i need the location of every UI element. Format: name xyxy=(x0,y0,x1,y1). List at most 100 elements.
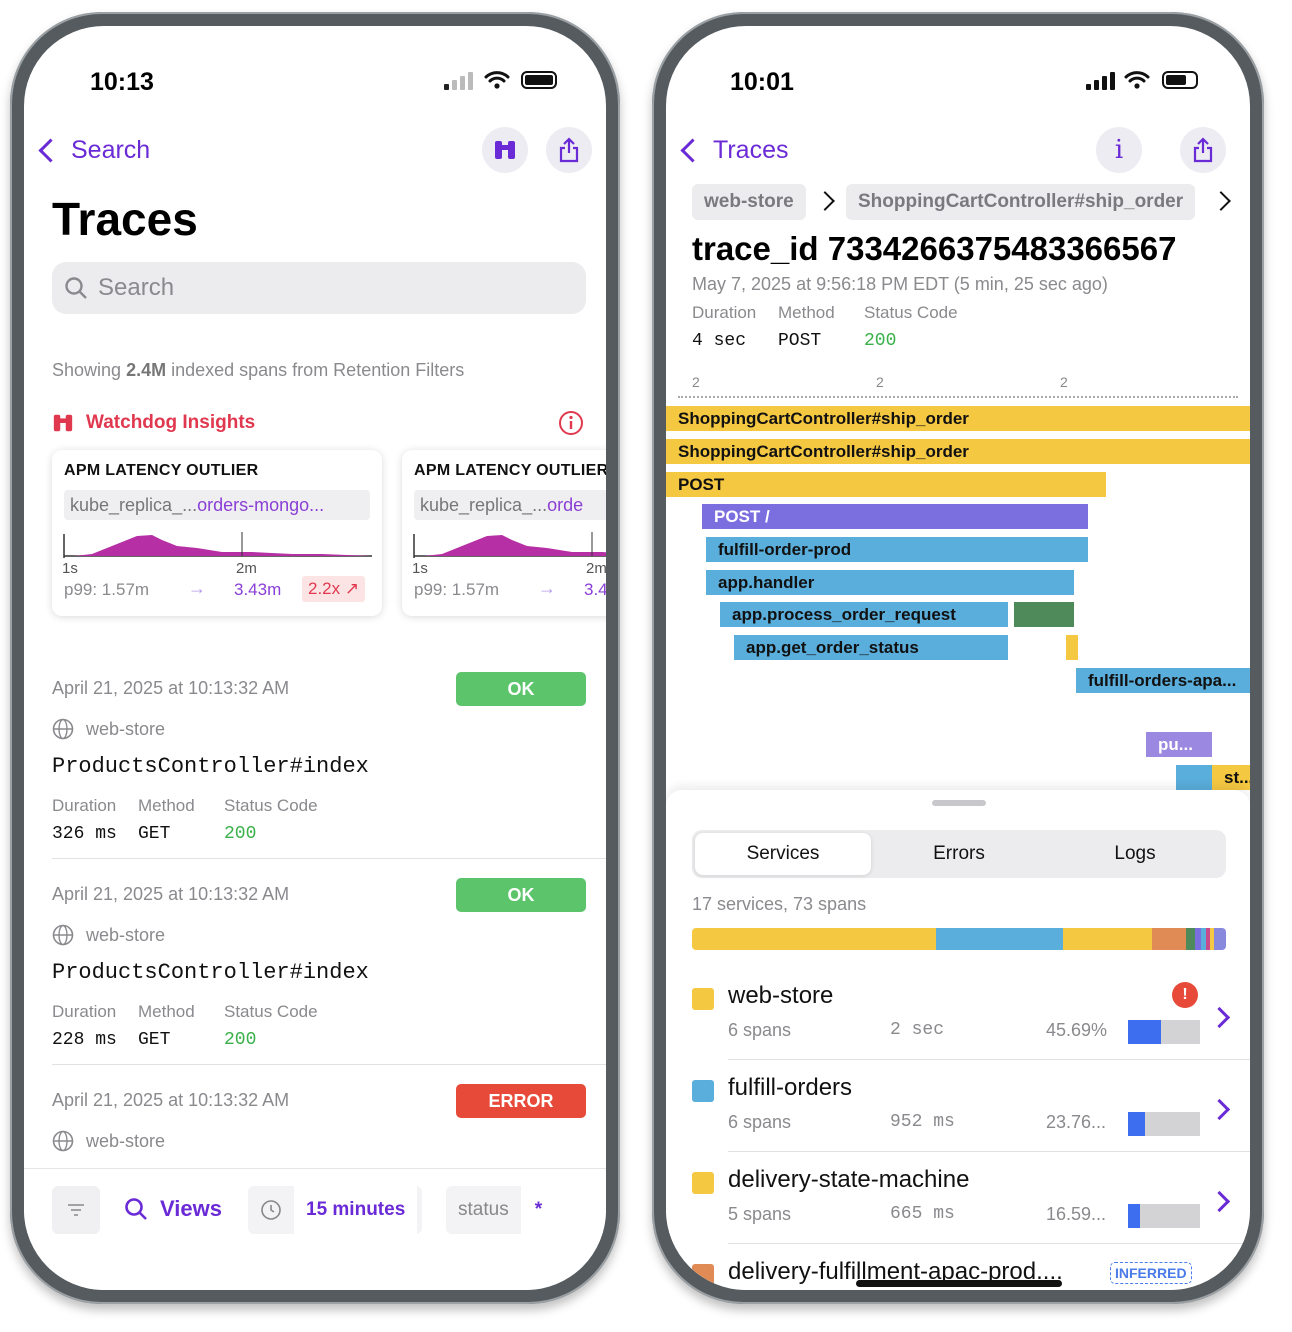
axis-tick: 2 xyxy=(1060,374,1068,390)
axis-start: 1s xyxy=(62,560,78,577)
span-bar-unlabeled[interactable] xyxy=(1066,635,1078,660)
status-filter[interactable]: status * xyxy=(446,1186,557,1234)
binoculars-button[interactable] xyxy=(482,127,528,173)
span-bar[interactable]: st... xyxy=(1212,765,1250,790)
span-bar[interactable]: fulfill-orders-apa... xyxy=(1076,668,1250,693)
info-icon[interactable] xyxy=(558,410,584,436)
wifi-icon xyxy=(484,71,510,89)
filter-icon xyxy=(68,1204,84,1216)
insight-card[interactable]: APM LATENCY OUTLIER kube_replica_... orde… xyxy=(52,450,382,616)
duration-header: Duration xyxy=(692,303,757,322)
back-label: Traces xyxy=(713,136,789,164)
watchdog-title: Watchdog Insights xyxy=(86,412,256,433)
span-bar-unlabeled[interactable] xyxy=(1176,765,1212,790)
share-button[interactable] xyxy=(546,127,592,173)
breadcrumb-resource[interactable]: ShoppingCartController#ship_order xyxy=(846,184,1196,220)
status-badge: ERROR xyxy=(456,1084,586,1118)
breadcrumb-chevron-icon xyxy=(1211,191,1231,211)
method-header: Method xyxy=(138,796,195,815)
axis-mid: 2m xyxy=(586,560,606,577)
back-traces-button[interactable]: Traces xyxy=(680,136,789,165)
trace-date: May 7, 2025 at 9:56:18 PM EDT (5 min, 25… xyxy=(692,274,1108,294)
status-badge: OK xyxy=(456,672,586,706)
service-color-swatch xyxy=(692,1080,714,1102)
span-bar[interactable]: fulfill-order-prod xyxy=(706,537,1088,562)
axis-start: 1s xyxy=(412,560,428,577)
method-value: POST xyxy=(778,331,822,351)
service-name: web-store xyxy=(86,924,166,945)
info-icon: i xyxy=(1114,135,1124,165)
service-duration: 952 ms xyxy=(890,1112,955,1132)
span-bar[interactable]: app.get_order_status xyxy=(734,635,1008,660)
share-button[interactable] xyxy=(1180,127,1226,173)
info-button[interactable]: i xyxy=(1096,127,1142,173)
tab-errors[interactable]: Errors xyxy=(871,833,1047,875)
back-chevron-icon xyxy=(38,138,63,163)
page-title: Traces xyxy=(52,193,198,245)
search-placeholder: Search xyxy=(98,274,175,301)
watchdog-header: Watchdog Insights xyxy=(52,412,255,434)
resource-name: ProductsController#index xyxy=(52,754,369,779)
error-alert-icon: ! xyxy=(1172,982,1198,1008)
binoculars-icon xyxy=(495,141,515,159)
span-bar[interactable]: pu... xyxy=(1146,732,1212,757)
insight-card[interactable]: APM LATENCY OUTLIER kube_replica_... orde… xyxy=(402,450,606,616)
tab-logs[interactable]: Logs xyxy=(1047,833,1223,875)
views-button[interactable]: Views xyxy=(124,1196,222,1222)
sheet-grabber[interactable] xyxy=(932,800,986,806)
watchdog-binoculars-icon xyxy=(53,414,73,432)
back-search-button[interactable]: Search xyxy=(38,136,151,165)
service-duration: 2 sec xyxy=(890,1020,945,1040)
search-icon xyxy=(65,277,87,299)
service-line: web-store xyxy=(52,924,165,946)
duration-header: Duration xyxy=(52,796,117,815)
showing-text: Showing 2.4M indexed spans from Retentio… xyxy=(52,360,464,381)
service-percent-bar xyxy=(1128,1020,1200,1044)
span-bar[interactable]: ShoppingCartController#ship_order xyxy=(666,439,1250,464)
tab-bar: Services Errors Logs xyxy=(692,830,1226,878)
globe-icon xyxy=(52,718,74,740)
showing-prefix: Showing xyxy=(52,360,127,380)
p99-value: p99: 1.57m xyxy=(64,580,150,599)
search-input[interactable]: Search xyxy=(52,262,586,314)
duration-value: 326 ms xyxy=(52,824,117,844)
divider xyxy=(52,858,606,859)
duration-header: Duration xyxy=(52,1002,117,1021)
share-icon xyxy=(1193,137,1213,163)
span-bar[interactable]: app.process_order_request xyxy=(720,602,1008,627)
status-time: 10:13 xyxy=(90,68,154,96)
span-bar[interactable]: POST / xyxy=(702,504,1088,529)
service-row[interactable]: web-store 6 spans 2 sec 45.69% ! xyxy=(666,968,1250,1060)
home-indicator xyxy=(856,1280,1062,1287)
divider xyxy=(52,1064,606,1065)
span-bar-unlabeled[interactable] xyxy=(1014,602,1074,627)
service-percent-fill xyxy=(1128,1020,1161,1044)
globe-icon xyxy=(52,1130,74,1152)
axis-mid: 2m xyxy=(236,560,257,577)
breakdown-segment xyxy=(692,928,936,950)
span-bar[interactable]: POST xyxy=(666,472,1106,497)
share-icon xyxy=(559,137,579,163)
arrow-icon: → xyxy=(188,578,206,598)
time-range-button[interactable]: 15 minutes xyxy=(248,1186,422,1234)
service-color-swatch xyxy=(692,1172,714,1194)
breadcrumb-service[interactable]: web-store xyxy=(692,184,806,220)
back-label: Search xyxy=(71,136,151,164)
left-phone-frame: 10:13 Search Traces Search Showing 2.4M … xyxy=(10,12,620,1304)
status-code-value: 200 xyxy=(224,1030,257,1050)
breakdown-segment xyxy=(1152,928,1186,950)
filter-button[interactable] xyxy=(52,1186,100,1234)
status-filter-value: * xyxy=(520,1186,557,1234)
span-bar[interactable]: app.handler xyxy=(706,570,1074,595)
service-color-swatch xyxy=(692,1264,714,1286)
row-chevron-icon xyxy=(1208,1190,1231,1213)
service-row[interactable]: fulfill-orders 6 spans 952 ms 23.76... xyxy=(666,1060,1250,1152)
insight-tag: kube_replica_... orde xyxy=(414,490,606,520)
trace-time: April 21, 2025 at 10:13:32 AM xyxy=(52,884,290,904)
service-row[interactable]: delivery-state-machine 5 spans 665 ms 16… xyxy=(666,1152,1250,1244)
resource-name: ProductsController#index xyxy=(52,960,369,985)
service-name: web-store xyxy=(86,1130,166,1151)
span-bar[interactable]: ShoppingCartController#ship_order xyxy=(666,406,1250,431)
method-value: GET xyxy=(138,1030,171,1050)
tab-services[interactable]: Services xyxy=(695,833,871,875)
